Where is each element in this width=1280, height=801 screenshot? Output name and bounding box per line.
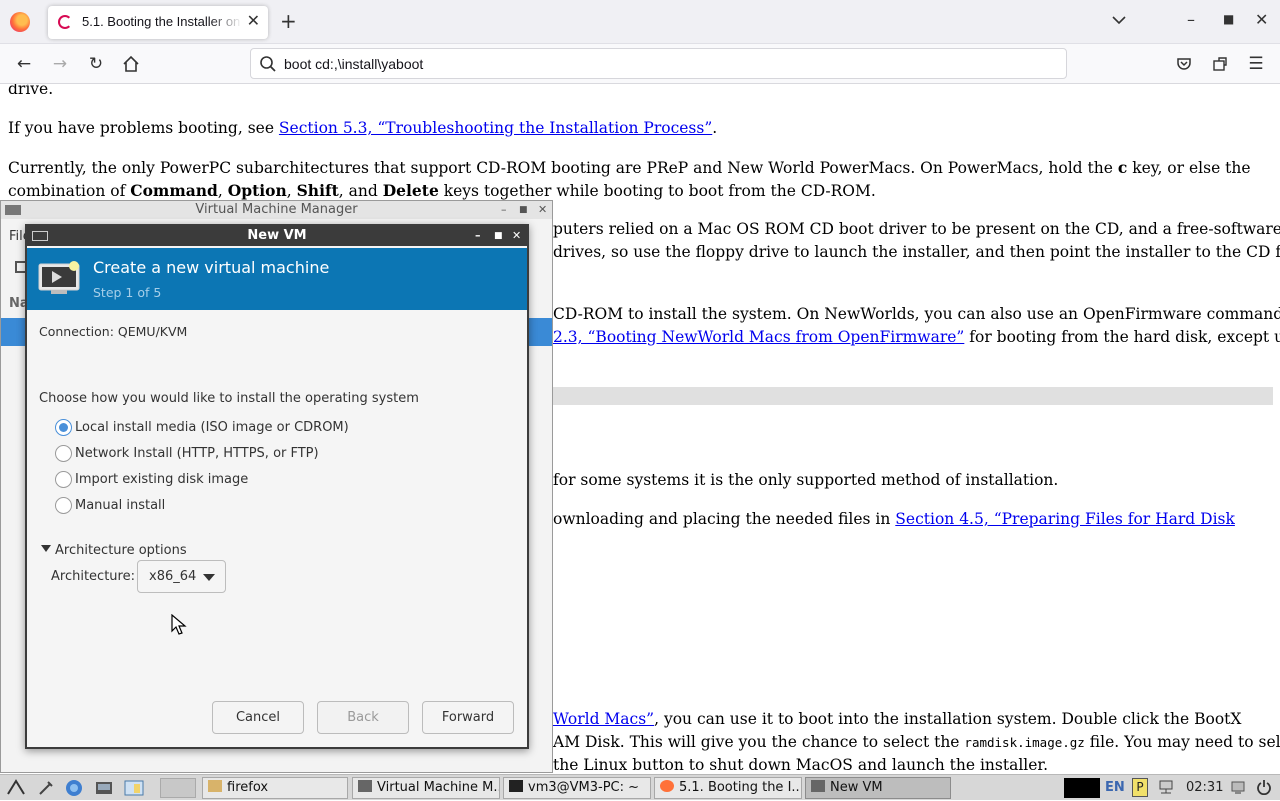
new-vm-dialog[interactable]: New VM – ■ ✕ Create a new virtual machin… [25,224,529,749]
url-text: boot cd:,\install\yaboot [284,56,424,72]
browser-tab-bar: 5.1. Booting the Installer on ✕ + – ■ ✕ [0,0,1280,44]
keyboard-layout[interactable]: EN [1105,779,1125,797]
home-icon[interactable] [119,52,143,76]
paragraph-troubleshooting: If you have problems booting, see Sectio… [8,119,718,137]
vmm-app-icon [811,780,825,792]
network-icon[interactable] [1157,779,1175,801]
start-menu-icon[interactable] [6,778,26,798]
reload-icon[interactable]: ↻ [84,52,108,76]
dialog-titlebar[interactable]: New VM – ■ ✕ [27,226,527,246]
close-icon[interactable]: ✕ [538,201,547,219]
search-icon [260,56,276,72]
mouse-cursor-icon [171,614,187,635]
taskbar: firefox Virtual Machine M... vm3@VM3-PC:… [0,774,1280,800]
radio-button[interactable] [55,471,72,488]
tools-icon[interactable] [36,778,56,798]
monitor-icon [38,261,80,294]
vmm-selected-row[interactable] [1,318,27,346]
tab-title: 5.1. Booting the Installer on [82,14,241,29]
radio-button-checked[interactable] [55,419,72,436]
radio-button[interactable] [55,497,72,514]
maximize-icon[interactable]: ■ [519,201,528,219]
dialog-title: New VM [247,228,307,243]
forward-button[interactable]: Forward [422,701,514,734]
paragraph-bootx: World Macs”, you can use it to boot into… [553,710,1242,728]
connection-label: Connection: QEMU/KVM [39,324,188,339]
lock-screen-icon[interactable] [1230,779,1246,801]
tab-close-icon[interactable]: ✕ [247,11,260,30]
vmm-selected-row-edge [528,318,552,346]
radio-button[interactable] [55,445,72,462]
link-openfirmware[interactable]: 2.3, “Booting NewWorld Macs from OpenFir… [553,328,964,346]
cpu-monitor-graph [1064,778,1100,798]
task-terminal[interactable]: vm3@VM3-PC: ~ [503,777,651,799]
clock[interactable]: 02:31 [1186,779,1223,797]
browser-launcher-icon[interactable] [64,778,84,798]
vmm-title: Virtual Machine Manager [195,202,358,217]
pocket-icon[interactable] [1172,52,1196,76]
vmm-app-icon [5,205,21,215]
forward-icon[interactable]: → [48,52,72,76]
section-divider [553,387,1273,405]
wizard-header: Create a new virtual machine Step 1 of 5 [27,248,527,310]
text-line: CD-ROM to install the system. On NewWorl… [553,305,1280,323]
text-line: the Linux button to shut down MacOS and … [553,756,1049,774]
debian-favicon-icon [58,15,72,29]
firefox-icon [660,780,674,792]
minimize-icon[interactable]: – [475,226,481,246]
minimize-icon[interactable]: – [1187,10,1195,29]
back-icon[interactable]: ← [12,52,36,76]
folder-icon [208,780,222,792]
text-line: for some systems it is the only supporte… [553,471,1059,489]
menu-icon[interactable]: ☰ [1244,52,1268,76]
expander-triangle-icon [41,545,51,552]
paragraph-powerpc-line1: Currently, the only PowerPC subarchitect… [8,158,1251,177]
clipboard-icon[interactable]: P [1132,778,1148,797]
vmm-app-icon [358,780,372,792]
text-line: drive. [8,84,54,98]
task-firefox-page[interactable]: 5.1. Booting the I... [654,777,802,799]
task-new-vm[interactable]: New VM [805,777,951,799]
paragraph-hard-disk: ownloading and placing the needed files … [553,510,1235,528]
text-line: drives, so use the floppy drive to launc… [553,243,1280,261]
maximize-icon[interactable]: ■ [494,226,503,246]
architecture-value: x86_64 [149,569,197,584]
paragraph-ramdisk: AM Disk. This will give you the chance t… [553,733,1280,751]
close-window-icon[interactable]: ✕ [1255,10,1268,29]
close-icon[interactable]: ✕ [512,226,521,246]
wizard-step: Step 1 of 5 [93,285,162,300]
text-line: puters relied on a Mac OS ROM CD boot dr… [553,220,1280,238]
maximize-icon[interactable]: ■ [1223,12,1234,26]
install-method-label: Choose how you would like to install the… [39,391,419,406]
list-tabs-icon[interactable] [1112,10,1126,29]
architecture-expander[interactable]: Architecture options [41,543,187,558]
vmm-titlebar[interactable]: Virtual Machine Manager – ■ ✕ [1,201,552,219]
architecture-label: Architecture: [51,569,135,584]
back-button[interactable]: Back [317,701,409,734]
browser-nav-bar: ← → ↻ boot cd:,\install\yaboot ☰ [0,44,1280,84]
task-virt-manager[interactable]: Virtual Machine M... [352,777,500,799]
paragraph-openfirmware: 2.3, “Booting NewWorld Macs from OpenFir… [553,328,1280,346]
link-world-macs[interactable]: World Macs” [553,710,654,728]
dialog-app-icon [32,231,48,241]
extensions-icon[interactable] [1208,52,1232,76]
minimize-icon[interactable]: – [501,201,507,219]
chevron-down-icon [203,574,215,581]
tab-active[interactable]: 5.1. Booting the Installer on ✕ [48,6,268,39]
cancel-button[interactable]: Cancel [212,701,304,734]
architecture-select[interactable]: x86_64 [137,560,226,593]
task-firefox[interactable]: firefox [202,777,348,799]
link-troubleshooting[interactable]: Section 5.3, “Troubleshooting the Instal… [279,119,712,137]
wizard-title: Create a new virtual machine [93,258,330,277]
firefox-logo-icon[interactable] [10,12,30,32]
terminal-launcher-icon[interactable] [124,778,144,798]
desktop-switcher[interactable] [160,778,196,798]
power-icon[interactable] [1256,779,1272,801]
file-manager-icon[interactable] [94,778,114,798]
new-tab-icon[interactable]: + [280,9,297,33]
terminal-icon [509,780,523,792]
url-bar[interactable]: boot cd:,\install\yaboot [250,48,1067,79]
link-preparing-files[interactable]: Section 4.5, “Preparing Files for Hard D… [895,510,1235,528]
